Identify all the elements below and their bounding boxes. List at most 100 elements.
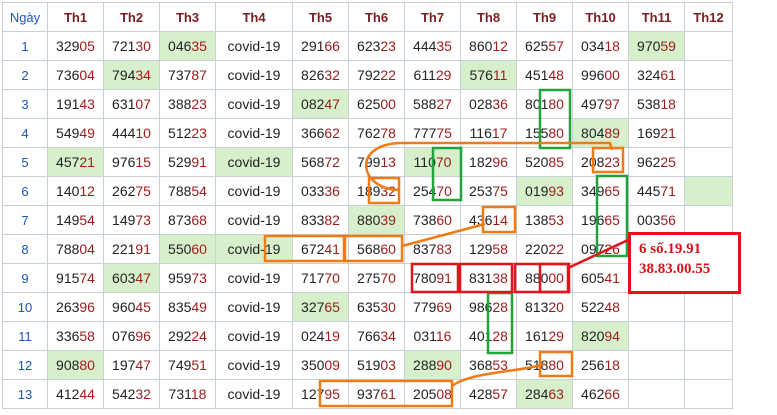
result-cell — [684, 379, 733, 409]
result-cell: 15580 — [516, 118, 573, 148]
table-row: 13 41244 54232 73118 covid-19 12795 93761 20508… — [2, 379, 733, 409]
result-cell: 86012 — [460, 31, 517, 61]
result-cell — [684, 321, 733, 351]
result-cell: 44571 — [628, 176, 685, 206]
result-cell — [684, 350, 733, 380]
result-cell: 73604 — [47, 60, 104, 90]
result-cell: 63107 — [103, 89, 160, 119]
result-cell: 77775 — [404, 118, 461, 148]
results-table: Ngày Th1 Th2 Th3 Th4 Th5 Th6 Th7 Th8 Th9… — [2, 2, 733, 409]
result-cell — [684, 176, 733, 206]
table-row: 2 73604 79434 73787 covid-19 82632 79222 61129 5… — [2, 60, 733, 90]
callout-line-2: 38.83.00.55 — [639, 261, 711, 277]
result-cell: 25618 — [572, 350, 629, 380]
result-cell: 36662 — [292, 118, 349, 148]
result-cell: 82632 — [292, 60, 349, 90]
result-cell: 11617 — [460, 118, 517, 148]
result-cell — [628, 379, 685, 409]
result-cell: 28890 — [404, 350, 461, 380]
result-cell: 20823 — [572, 147, 629, 177]
result-cell: 26275 — [103, 176, 160, 206]
header-row: Ngày Th1 Th2 Th3 Th4 Th5 Th6 Th7 Th8 Th9… — [2, 2, 733, 32]
result-cell: 00356 — [628, 205, 685, 235]
result-cell: 32765 — [292, 292, 349, 322]
column-header-day: Ngày — [2, 2, 48, 32]
callout-line-1: 6 số.19.91 — [639, 241, 702, 257]
result-cell: covid-19 — [215, 292, 293, 322]
result-cell: 54232 — [103, 379, 160, 409]
table-row: 6 14012 26275 78854 covid-19 03336 18932 25470 2… — [2, 176, 733, 206]
result-cell: covid-19 — [215, 60, 293, 90]
table-row: 8 78804 22191 55060 covid-19 67241 56860 83783 1… — [2, 234, 733, 264]
result-cell: 40128 — [460, 321, 517, 351]
result-cell: 78091 — [404, 263, 461, 293]
column-header-th2: Th2 — [103, 2, 160, 32]
result-cell: 87368 — [159, 205, 216, 235]
result-cell: 46266 — [572, 379, 629, 409]
result-cell: 52991 — [159, 147, 216, 177]
column-header-th6: Th6 — [348, 2, 405, 32]
column-header-th12: Th12 — [684, 2, 733, 32]
result-cell — [628, 292, 685, 322]
result-cell: 02836 — [460, 89, 517, 119]
result-cell: 83138 — [460, 263, 517, 293]
result-cell: 44435 — [404, 31, 461, 61]
result-cell: 93761 — [348, 379, 405, 409]
result-cell: 11070 — [404, 147, 461, 177]
result-cell: 35009 — [292, 350, 349, 380]
day-cell: 2 — [2, 60, 48, 90]
result-cell: 25375 — [460, 176, 517, 206]
result-cell: 78804 — [47, 234, 104, 264]
result-cell: 16921 — [628, 118, 685, 148]
table-body: 1 32905 72130 04635 covid-19 29166 62323 44435 8… — [2, 31, 733, 409]
result-cell: 60347 — [103, 263, 160, 293]
result-cell: 95973 — [159, 263, 216, 293]
result-cell: 18932 — [348, 176, 405, 206]
result-cell: covid-19 — [215, 118, 293, 148]
column-header-th4: Th4 — [215, 2, 293, 32]
result-cell: covid-19 — [215, 89, 293, 119]
result-cell: 80180 — [516, 89, 573, 119]
result-cell: 81320 — [516, 292, 573, 322]
result-cell: 03116 — [404, 321, 461, 351]
result-cell: 62323 — [348, 31, 405, 61]
result-cell: 60541 — [572, 263, 629, 293]
result-cell: 01993 — [516, 176, 573, 206]
result-cell: 90880 — [47, 350, 104, 380]
result-cell: 97615 — [103, 147, 160, 177]
result-cell: 61129 — [404, 60, 461, 90]
result-cell: 51880 — [516, 350, 573, 380]
result-cell: 03418 — [572, 31, 629, 61]
result-cell: 22022 — [516, 234, 573, 264]
day-cell: 8 — [2, 234, 48, 264]
result-cell: covid-19 — [215, 350, 293, 380]
result-cell: 13853 — [516, 205, 573, 235]
result-cell: 12795 — [292, 379, 349, 409]
result-cell: 28463 — [516, 379, 573, 409]
result-cell — [684, 292, 733, 322]
result-cell: 54949 — [47, 118, 104, 148]
result-cell — [684, 118, 733, 148]
result-cell: 88039 — [348, 205, 405, 235]
result-cell: 62557 — [516, 31, 573, 61]
table-row: 1 32905 72130 04635 covid-19 29166 62323 44435 8… — [2, 31, 733, 61]
result-cell: covid-19 — [215, 176, 293, 206]
result-cell: covid-19 — [215, 234, 293, 264]
result-cell: 82094 — [572, 321, 629, 351]
result-cell: 29166 — [292, 31, 349, 61]
table-row: 12 90880 19747 74951 covid-19 35009 51903 28890… — [2, 350, 733, 380]
result-cell: 29224 — [159, 321, 216, 351]
result-cell: 83783 — [404, 234, 461, 264]
column-header-th1: Th1 — [47, 2, 104, 32]
column-header-th11: Th11 — [628, 2, 685, 32]
result-cell: 96225 — [628, 147, 685, 177]
table-row: 3 19143 63107 38823 covid-19 08247 62500 58827 0… — [2, 89, 733, 119]
result-cell: 83549 — [159, 292, 216, 322]
day-cell: 13 — [2, 379, 48, 409]
result-cell — [684, 147, 733, 177]
result-cell: 53818 — [628, 89, 685, 119]
result-cell: 34965 — [572, 176, 629, 206]
result-cell: covid-19 — [215, 147, 293, 177]
column-header-th8: Th8 — [460, 2, 517, 32]
result-cell: 04635 — [159, 31, 216, 61]
